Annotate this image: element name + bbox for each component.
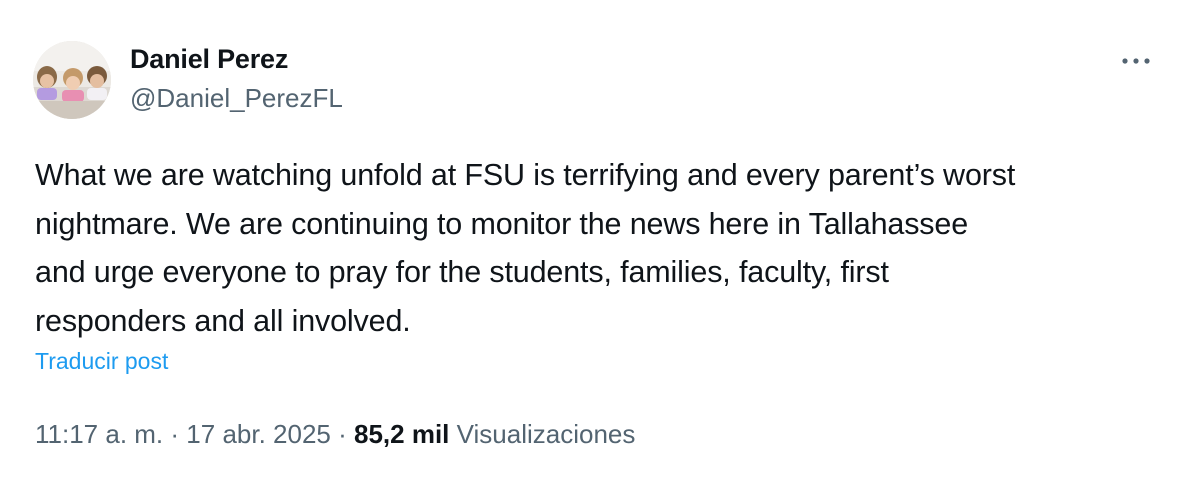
post-date[interactable]: 17 abr. 2025 [186, 419, 331, 449]
post-metadata: 11:17 a. m. · 17 abr. 2025 · 85,2 mil Vi… [35, 419, 635, 450]
author-display-name[interactable]: Daniel Perez [130, 44, 288, 75]
translate-post-link[interactable]: Traducir post [35, 348, 168, 375]
avatar-photo-icon [33, 41, 111, 119]
post-time[interactable]: 11:17 a. m. [35, 419, 163, 449]
meta-separator: · [338, 419, 347, 449]
author-handle[interactable]: @Daniel_PerezFL [130, 83, 343, 114]
ellipsis-icon [1122, 58, 1150, 64]
meta-separator: · [170, 419, 180, 449]
tweet-card: Daniel Perez @Daniel_PerezFL What we are… [0, 0, 1200, 480]
more-options-button[interactable] [1116, 44, 1156, 78]
views-count[interactable]: 85,2 mil [354, 419, 449, 449]
author-avatar[interactable] [33, 41, 111, 119]
views-label[interactable]: Visualizaciones [457, 419, 636, 449]
post-text: What we are watching unfold at FSU is te… [35, 158, 1016, 338]
